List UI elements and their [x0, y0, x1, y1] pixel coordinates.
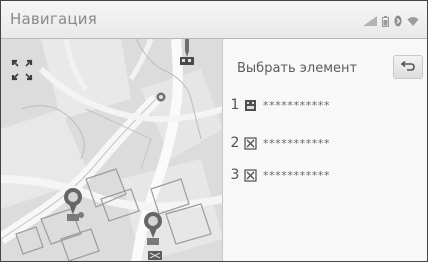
- map-pin-icon[interactable]: [148, 251, 162, 260]
- route-panel: Выбрать элемент 1 *********** 2 ********…: [223, 39, 427, 261]
- item-number: 1: [230, 97, 240, 113]
- back-arrow-icon: [400, 61, 415, 71]
- page-title: Навигация: [10, 10, 97, 28]
- building-icon: [245, 99, 256, 111]
- expand-icon[interactable]: [11, 59, 33, 81]
- navigation-screen: Навигация Выбрать элемент 1 *********** …: [0, 0, 428, 262]
- list-item[interactable]: 1 ***********: [229, 93, 409, 117]
- list-item[interactable]: 2 ***********: [229, 131, 409, 155]
- list-item[interactable]: 3 ***********: [229, 163, 409, 187]
- bluetooth-icon: [394, 15, 402, 27]
- location-flag-icon: [244, 136, 257, 150]
- map-canvas[interactable]: [1, 39, 223, 262]
- title-bar: Навигация: [1, 1, 427, 39]
- select-item-label: Выбрать элемент: [237, 61, 358, 76]
- item-label: ***********: [263, 98, 331, 112]
- item-label: ***********: [263, 168, 331, 182]
- wifi-icon: [407, 16, 419, 26]
- item-number: 3: [230, 167, 240, 183]
- item-number: 2: [230, 135, 240, 151]
- back-button[interactable]: [393, 55, 423, 79]
- main-content: Выбрать элемент 1 *********** 2 ********…: [1, 39, 427, 262]
- item-label: ***********: [263, 136, 331, 150]
- map-view[interactable]: [1, 39, 223, 262]
- location-flag-icon: [244, 168, 257, 182]
- signal-icon: [363, 16, 377, 26]
- status-icons: [363, 14, 419, 28]
- battery-icon: [382, 15, 389, 27]
